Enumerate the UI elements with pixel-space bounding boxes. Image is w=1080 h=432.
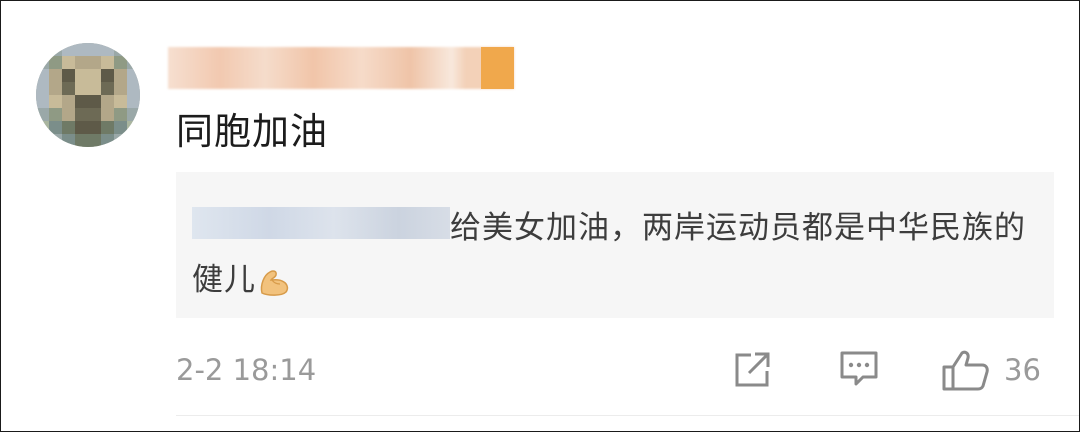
flexed-biceps-icon (260, 269, 289, 296)
like-count: 36 (1004, 353, 1041, 387)
reply-content: 给美女加油，两岸运动员都是中华民族的健儿 (192, 210, 1026, 298)
reply-box[interactable]: 给美女加油，两岸运动员都是中华民族的健儿 (176, 172, 1054, 318)
avatar-image (36, 43, 140, 147)
share-icon[interactable] (731, 349, 773, 389)
avatar[interactable] (36, 43, 140, 147)
reply-text: 给美女加油，两岸运动员都是中华民族的健儿 (192, 202, 1032, 306)
thumbs-up-icon[interactable] (941, 349, 989, 391)
user-badge (481, 47, 514, 89)
username-blurred[interactable] (168, 47, 514, 89)
comment-card: 同胞加油 给美女加油，两岸运动员都是中华民族的健儿 2-2 18:14 36 (0, 0, 1080, 432)
comment-text: 同胞加油 (176, 110, 328, 153)
divider (176, 415, 1079, 416)
comment-icon[interactable] (839, 349, 879, 389)
timestamp: 2-2 18:14 (176, 353, 317, 387)
